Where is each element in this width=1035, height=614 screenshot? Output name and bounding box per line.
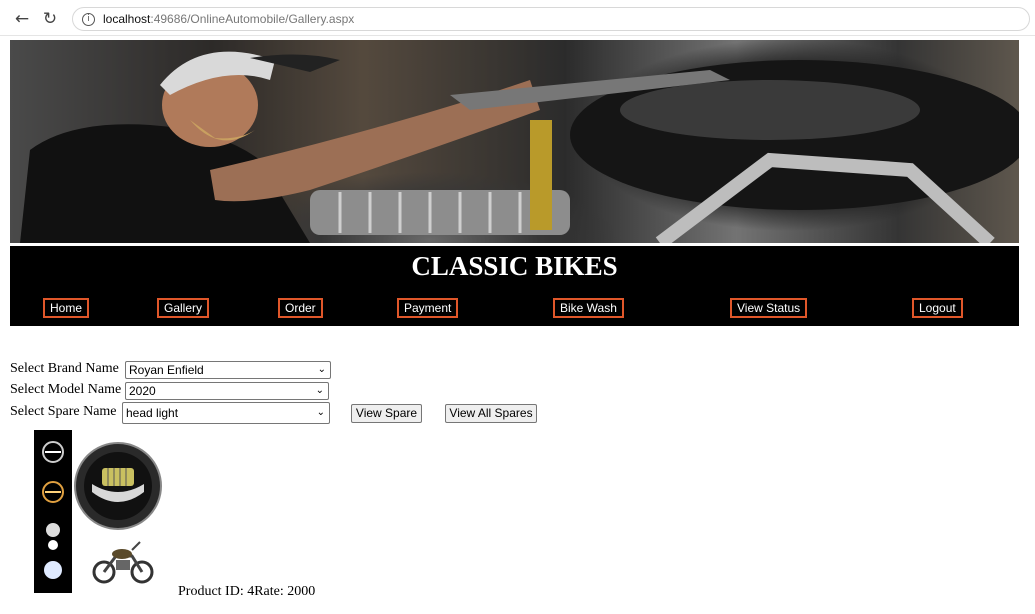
headlight-strip-image (34, 430, 72, 593)
reload-icon[interactable]: ↻ (40, 9, 60, 29)
browser-toolbar: ← ↻ i localhost:49686/OnlineAutomobile/G… (0, 0, 1035, 36)
nav-order-link[interactable]: Order (278, 298, 323, 318)
chevron-down-icon: ⌄ (315, 385, 324, 396)
nav-home-link[interactable]: Home (43, 298, 90, 318)
motorcycle-thumbnail-image (92, 541, 154, 584)
nav-bike-wash-link[interactable]: Bike Wash (553, 298, 624, 318)
chevron-down-icon: ⌄ (316, 407, 325, 418)
model-select-value: 2020 (129, 384, 156, 398)
headlight-product-image (74, 442, 162, 530)
info-icon[interactable]: i (82, 13, 95, 26)
address-bar[interactable]: i localhost:49686/OnlineAutomobile/Galle… (72, 7, 1030, 31)
spare-name-label: Select Spare Name (10, 404, 117, 419)
headlight-variants-illustration (42, 441, 64, 579)
hero-banner-image (10, 40, 1019, 243)
back-arrow-icon[interactable]: ← (12, 9, 32, 29)
header-nav-band: CLASSIC BIKES Home Gallery Order Payment… (10, 246, 1019, 326)
brand-select-value: Royan Enfield (129, 363, 204, 377)
brand-select[interactable]: Royan Enfield ⌄ (125, 361, 331, 379)
view-spare-button[interactable]: View Spare (351, 404, 422, 423)
nav-view-status-link[interactable]: View Status (730, 298, 808, 318)
nav-gallery-link[interactable]: Gallery (157, 298, 210, 318)
view-all-spares-button[interactable]: View All Spares (445, 404, 537, 423)
chevron-down-icon: ⌄ (317, 364, 326, 375)
mechanic-motorcycle-illustration (10, 40, 1019, 243)
spare-select[interactable]: head light ⌄ (122, 402, 330, 424)
model-name-label: Select Model Name (10, 382, 122, 397)
nav-logout-link[interactable]: Logout (912, 298, 963, 318)
url-text: localhost:49686/OnlineAutomobile/Gallery… (103, 12, 354, 26)
site-title: CLASSIC BIKES (411, 251, 618, 281)
model-select[interactable]: 2020 ⌄ (125, 382, 329, 400)
brand-name-label: Select Brand Name (10, 361, 119, 376)
url-path: :49686/OnlineAutomobile/Gallery.aspx (150, 12, 355, 26)
spare-select-value: head light (126, 406, 179, 420)
nav-payment-link[interactable]: Payment (397, 298, 459, 318)
url-host: localhost (103, 12, 151, 26)
product-info-text: Product ID: 4Rate: 2000 (178, 584, 316, 599)
